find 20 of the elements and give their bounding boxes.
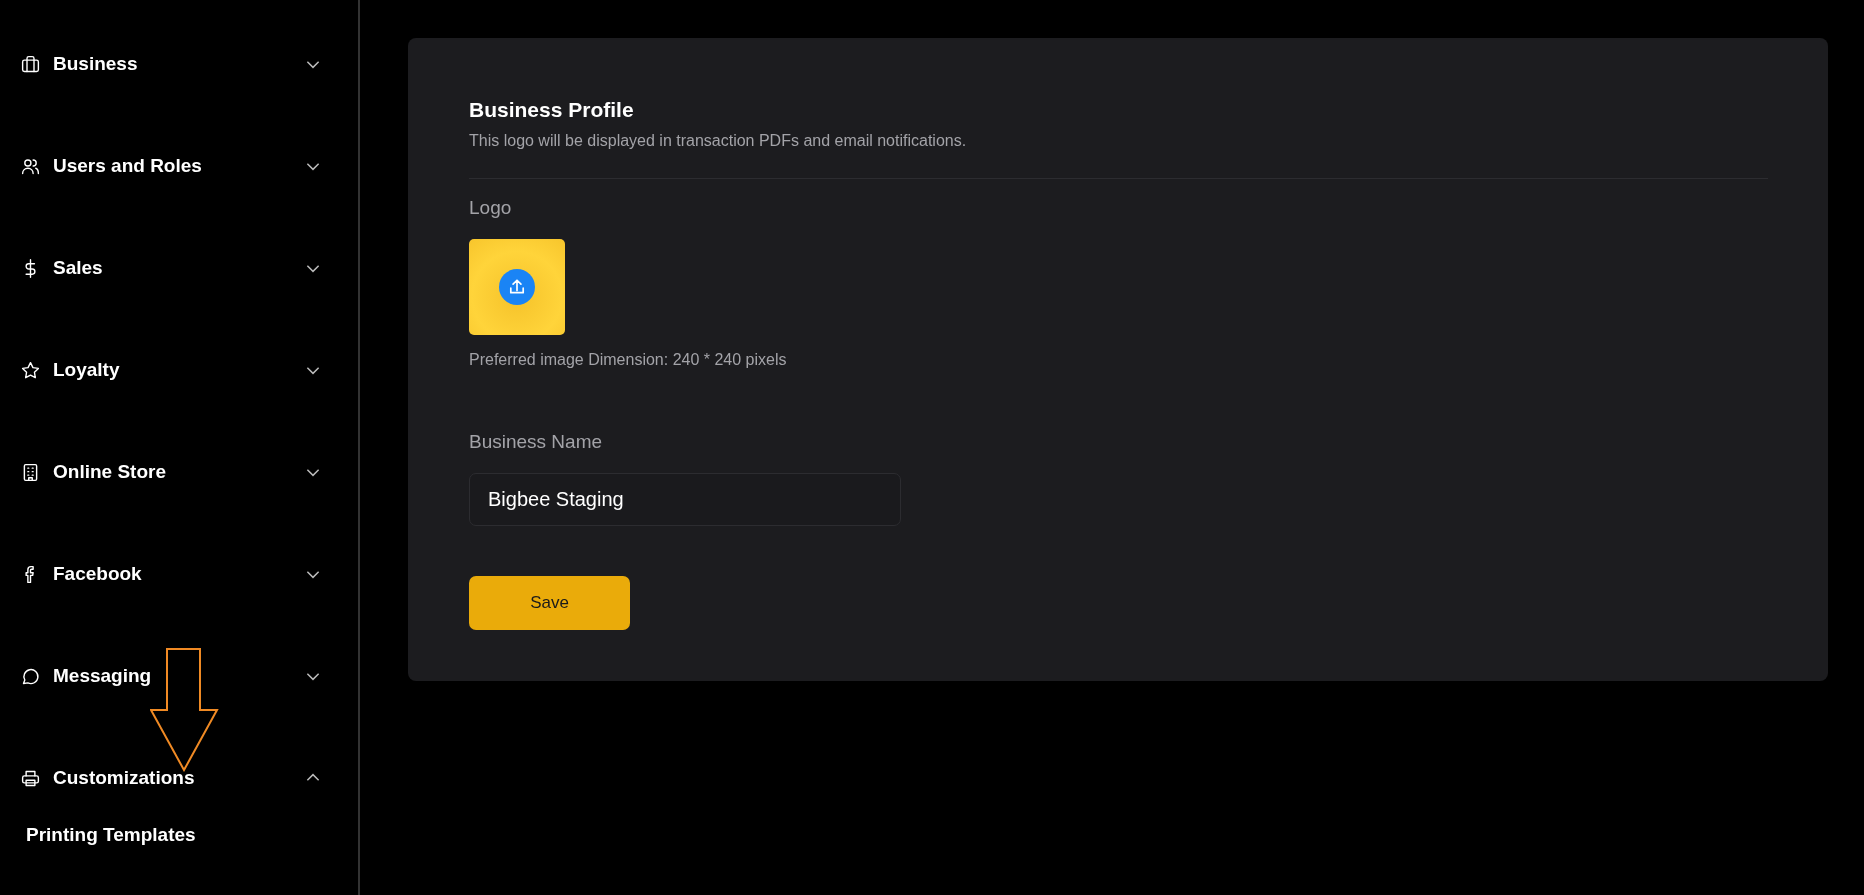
save-button[interactable]: Save: [469, 576, 630, 630]
briefcase-icon: [20, 53, 41, 75]
sidebar-item[interactable]: Messaging: [0, 650, 322, 702]
sidebar-item[interactable]: Online Store: [0, 446, 322, 498]
star-icon: [20, 359, 41, 381]
sidebar-item[interactable]: Users and Roles: [0, 140, 322, 192]
card-subtitle: This logo will be displayed in transaction PDFs and email notifications.: [469, 132, 968, 150]
field-label: Business Name: [469, 431, 604, 453]
upload-icon: [499, 269, 535, 305]
input-field[interactable]: Bigbee Staging: [469, 473, 901, 526]
sidebar-item[interactable]: Customizations: [0, 752, 322, 804]
field-label: Logo: [469, 197, 513, 219]
hint-text: Preferred image Dimension: 240 * 240 pixels: [469, 351, 788, 369]
sidebar-item[interactable]: Facebook: [0, 548, 322, 600]
sidebar-item[interactable]: Business: [0, 38, 322, 90]
logo-upload[interactable]: [469, 239, 565, 335]
card-title: Business Profile: [469, 98, 635, 122]
sidebar-item[interactable]: Sales: [0, 242, 322, 294]
sidebar-subitem[interactable]: Printing Templates: [26, 824, 196, 846]
sidebar-item[interactable]: Loyalty: [0, 344, 322, 396]
